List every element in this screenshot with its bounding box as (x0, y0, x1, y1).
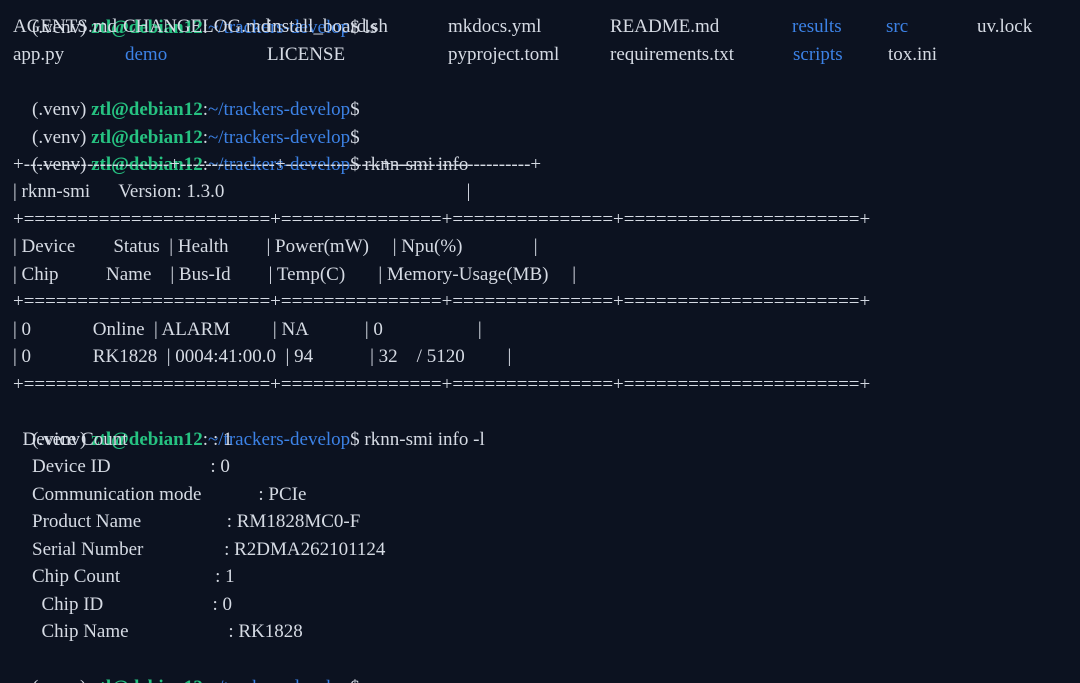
prompt-line-final: (.venv) ztl@debian12:~/trackers-develop$ (13, 646, 360, 683)
info-chip-id: Chip ID : 0 (13, 594, 233, 615)
prompt-dollar: $ (350, 677, 360, 683)
info-product-name: Product Name : RM1828MC0-F (13, 511, 361, 532)
prompt-line: (.venv) ztl@debian12:~/trackers-develop$ (13, 96, 360, 148)
table-header-row: | Device Status | Health | Power(mW) | N… (13, 236, 538, 257)
table-border: +-----------------------+---------------… (13, 154, 542, 175)
ls-dir-entry: demo (125, 44, 168, 65)
ls-entry: install_board.sh (267, 16, 388, 37)
table-title-row: | rknn-smi Version: 1.3.0 | (13, 181, 471, 202)
ls-dir-entry: scripts (793, 44, 843, 65)
prompt-line-info: (.venv) ztl@debian12:~/trackers-develop$… (13, 123, 468, 175)
ls-entry: LICENSE (267, 44, 346, 65)
info-chip-name: Chip Name : RK1828 (13, 621, 303, 642)
info-device-count: Device Count : 1 (13, 429, 233, 450)
prompt-dollar: $ (350, 428, 360, 450)
prompt-path: ~/trackers-develop (208, 677, 350, 683)
ls-entry: app.py (13, 44, 65, 65)
table-double-border: +=======================+===============… (13, 374, 871, 395)
terminal-window[interactable]: (.venv) ztl@debian12:~/trackers-develop$… (0, 0, 1080, 683)
ls-output-row-1: AGENTS.md CHANGELOG.md install_board.sh … (0, 13, 1080, 41)
table-row: | 0 Online | ALARM | NA | 0 | (13, 319, 482, 340)
ls-entry: tox.ini (888, 44, 938, 65)
ls-entry: requirements.txt (610, 44, 734, 65)
table-row: | 0 RK1828 | 0004:41:00.0 | 94 | 32 / 51… (13, 346, 512, 367)
ls-dir-entry: src (886, 16, 909, 37)
prompt-line-info-l: (.venv) ztl@debian12:~/trackers-develop$… (13, 398, 485, 450)
ls-entry: pyproject.toml (448, 44, 560, 65)
venv-label: (.venv) (32, 677, 91, 683)
ls-dir-entry: results (792, 16, 842, 37)
table-double-border: +=======================+===============… (13, 291, 871, 312)
terminal-line-ls-command: (.venv) ztl@debian12:~/trackers-develop$… (13, 0, 377, 38)
table-header-row: | Chip Name | Bus-Id | Temp(C) | Memory-… (13, 264, 576, 285)
ls-entry: README.md (610, 16, 720, 37)
prompt-line: (.venv) ztl@debian12:~/trackers-develop$ (13, 68, 360, 120)
command-text: rknn-smi info -l (359, 428, 485, 450)
ls-output-row-2: app.py demo LICENSE pyproject.toml requi… (0, 41, 1080, 69)
info-comm-mode: Communication mode : PCIe (13, 484, 307, 505)
info-serial-number: Serial Number : R2DMA262101124 (13, 539, 386, 560)
ls-entry: AGENTS.md (13, 16, 117, 37)
prompt-user: ztl@debian12 (91, 677, 203, 683)
ls-entry: CHANGELOG.md (123, 16, 271, 37)
ls-entry: uv.lock (977, 16, 1033, 37)
table-double-border: +=======================+===============… (13, 209, 871, 230)
info-chip-count: Chip Count : 1 (13, 566, 235, 587)
info-device-id: Device ID : 0 (13, 456, 230, 477)
ls-entry: mkdocs.yml (448, 16, 542, 37)
